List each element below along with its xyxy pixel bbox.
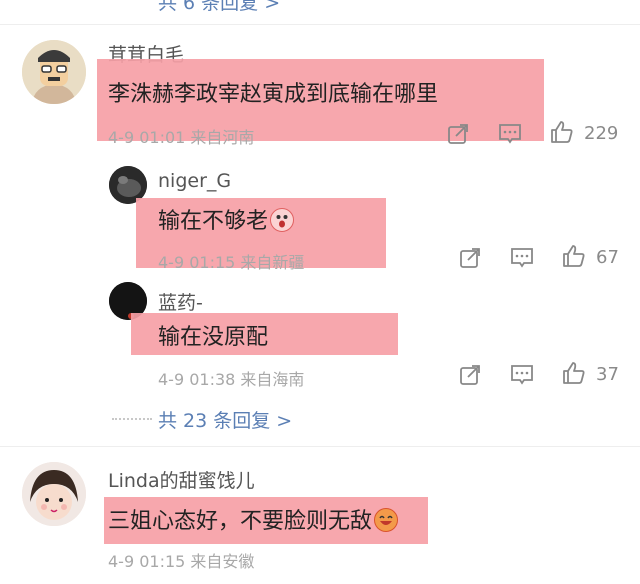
shocked-emoji-icon: [270, 208, 295, 232]
like-count: 37: [596, 364, 619, 385]
reply-meta: 4-9 01:15 来自新疆: [158, 249, 304, 273]
reply-text: 输在没原配: [158, 325, 269, 350]
comment-text: 三姐心态好，不要脸则无敌: [108, 503, 399, 535]
reply-time: 4-9 01:38: [158, 370, 236, 389]
like-icon[interactable]: [550, 120, 574, 144]
comment-time: 4-9 01:15: [108, 552, 186, 571]
comment-text: 李洙赫李政宰赵寅成到底输在哪里: [108, 82, 439, 107]
reply-location: 来自海南: [240, 370, 305, 389]
comment-location: 来自河南: [190, 128, 255, 147]
reply-username[interactable]: 蓝药-: [158, 288, 203, 315]
like-count: 67: [596, 247, 619, 268]
comment-text-content: 三姐心态好，不要脸则无敌: [108, 509, 373, 534]
baby-avatar[interactable]: [22, 462, 86, 526]
reply-meta: 4-9 01:38 来自海南: [158, 366, 304, 390]
more-replies-link-top[interactable]: 共 6 条回复 >: [158, 0, 280, 15]
more-replies-link[interactable]: 共 23 条回复 >: [158, 406, 292, 433]
laughing-emoji-icon: [374, 508, 399, 532]
divider: [0, 24, 640, 25]
comment-meta: 4-9 01:15 来自安徽: [108, 548, 254, 572]
reply-username[interactable]: niger_G: [158, 170, 231, 192]
comment-icon[interactable]: [498, 122, 522, 146]
comment-item: 茸茸白毛 李洙赫李政宰赵寅成到底输在哪里 4-9 01:01 来自河南 229: [0, 30, 640, 155]
comment-location: 来自安徽: [190, 552, 255, 571]
reply-text-content: 输在不够老: [158, 209, 269, 234]
share-icon[interactable]: [458, 246, 482, 270]
reply-item: niger_G 输在不够老 4-9 01:15 来自新疆 67: [0, 160, 640, 273]
comment-icon[interactable]: [510, 246, 534, 270]
dotted-line: [112, 418, 152, 420]
divider: [0, 446, 640, 447]
reply-item: 蓝药- 输在没原配 4-9 01:38 来自海南 37: [0, 278, 640, 390]
comment-icon[interactable]: [510, 363, 534, 387]
share-icon[interactable]: [458, 363, 482, 387]
like-icon[interactable]: [562, 244, 586, 268]
comment-meta: 4-9 01:01 来自河南: [108, 124, 254, 148]
share-icon[interactable]: [446, 122, 470, 146]
reply-location: 来自新疆: [240, 253, 305, 272]
reply-text: 输在不够老: [158, 203, 295, 235]
like-icon[interactable]: [562, 361, 586, 385]
reply-time: 4-9 01:15: [158, 253, 236, 272]
comment-username[interactable]: Linda的甜蜜饯儿: [108, 466, 255, 493]
cartoon-man-avatar[interactable]: [22, 40, 86, 104]
comment-item: Linda的甜蜜饯儿 三姐心态好，不要脸则无敌 4-9 01:15 来自安徽: [0, 452, 640, 584]
like-count: 229: [584, 123, 619, 144]
comment-time: 4-9 01:01: [108, 128, 186, 147]
